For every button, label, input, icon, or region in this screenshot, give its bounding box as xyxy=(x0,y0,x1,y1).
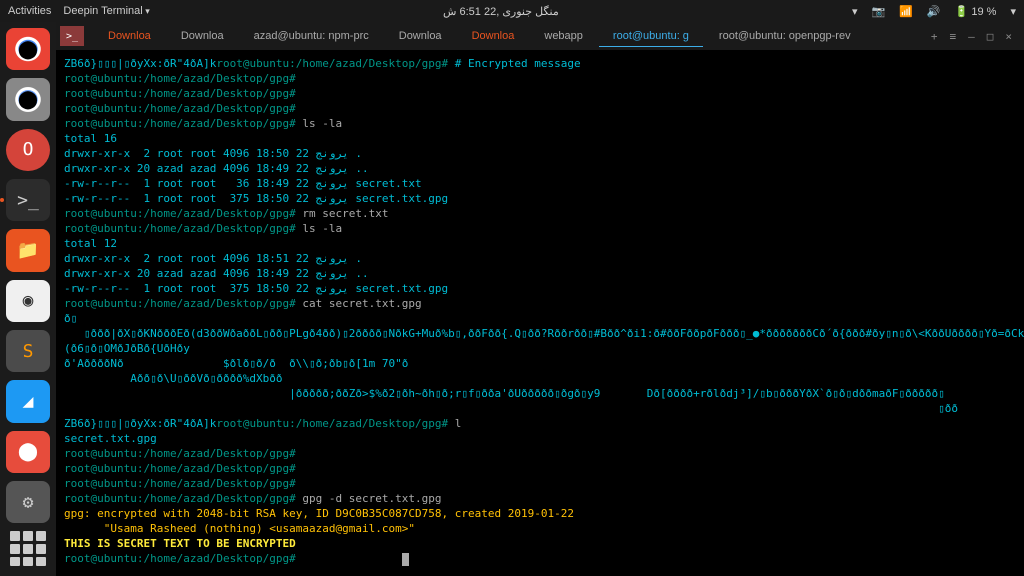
camera-icon[interactable]: 📷 xyxy=(872,5,886,18)
clock[interactable]: منگل جنوری ,22 6:51 ش xyxy=(150,5,852,18)
dock-files-icon[interactable]: 📁 xyxy=(6,229,50,271)
dock-chromium-icon[interactable]: ⬤ xyxy=(6,78,50,120)
tab-1[interactable]: Downloa xyxy=(167,26,238,46)
system-menu-icon[interactable]: ▾ xyxy=(1010,5,1016,18)
tab-6[interactable]: root@ubuntu: g xyxy=(599,26,703,47)
cursor xyxy=(402,553,409,566)
tab-2[interactable]: azad@ubuntu: npm-prc xyxy=(240,26,383,46)
dock-rhythmbox-icon[interactable]: ◉ xyxy=(6,280,50,322)
dock-opera-icon[interactable]: O xyxy=(6,129,50,171)
dock: ⬤ ⬤ O >_ 📁 ◉ S ◢ ⬤ ⚙ xyxy=(0,22,56,576)
dock-sublime-icon[interactable]: S xyxy=(6,330,50,372)
wifi-icon[interactable]: 📶 xyxy=(899,5,913,18)
dock-chrome-icon[interactable]: ⬤ xyxy=(6,28,50,70)
tab-7[interactable]: root@ubuntu: openpgp-rev xyxy=(705,26,865,46)
volume-icon[interactable]: 🔊 xyxy=(927,5,941,18)
minimize-icon[interactable]: – xyxy=(968,30,975,43)
menu-icon[interactable]: ≡ xyxy=(950,30,957,43)
terminal-window: >_ Downloa Downloa azad@ubuntu: npm-prc … xyxy=(56,22,1024,576)
terminal-app-icon: >_ xyxy=(60,26,84,46)
tab-5[interactable]: webapp xyxy=(530,26,597,46)
tab-4[interactable]: Downloa xyxy=(458,26,529,46)
activities-button[interactable]: Activities xyxy=(8,5,51,17)
notifications-icon[interactable]: ▾ xyxy=(852,5,858,18)
dock-terminal-icon[interactable]: >_ xyxy=(6,179,50,221)
terminal-output[interactable]: ZB6ð}▯▯▯|▯ðyXx:ðR"4ðA]kroot@ubuntu:/home… xyxy=(56,50,1024,576)
dock-plasma-icon[interactable]: ◢ xyxy=(6,380,50,422)
tab-0[interactable]: Downloa xyxy=(94,26,165,46)
app-menu[interactable]: Deepin Terminal xyxy=(63,5,149,17)
top-panel: Activities Deepin Terminal منگل جنوری ,2… xyxy=(0,0,1024,22)
dock-recorder-icon[interactable]: ⬤ xyxy=(6,431,50,473)
dock-settings-icon[interactable]: ⚙ xyxy=(6,481,50,523)
new-tab-icon[interactable]: + xyxy=(931,30,938,43)
tab-3[interactable]: Downloa xyxy=(385,26,456,46)
close-icon[interactable]: × xyxy=(1005,30,1012,43)
maximize-icon[interactable]: □ xyxy=(987,30,994,43)
tab-bar: >_ Downloa Downloa azad@ubuntu: npm-prc … xyxy=(56,22,1024,50)
dock-show-apps-icon[interactable] xyxy=(10,531,46,566)
battery-indicator[interactable]: 🔋 19 % xyxy=(955,5,997,18)
